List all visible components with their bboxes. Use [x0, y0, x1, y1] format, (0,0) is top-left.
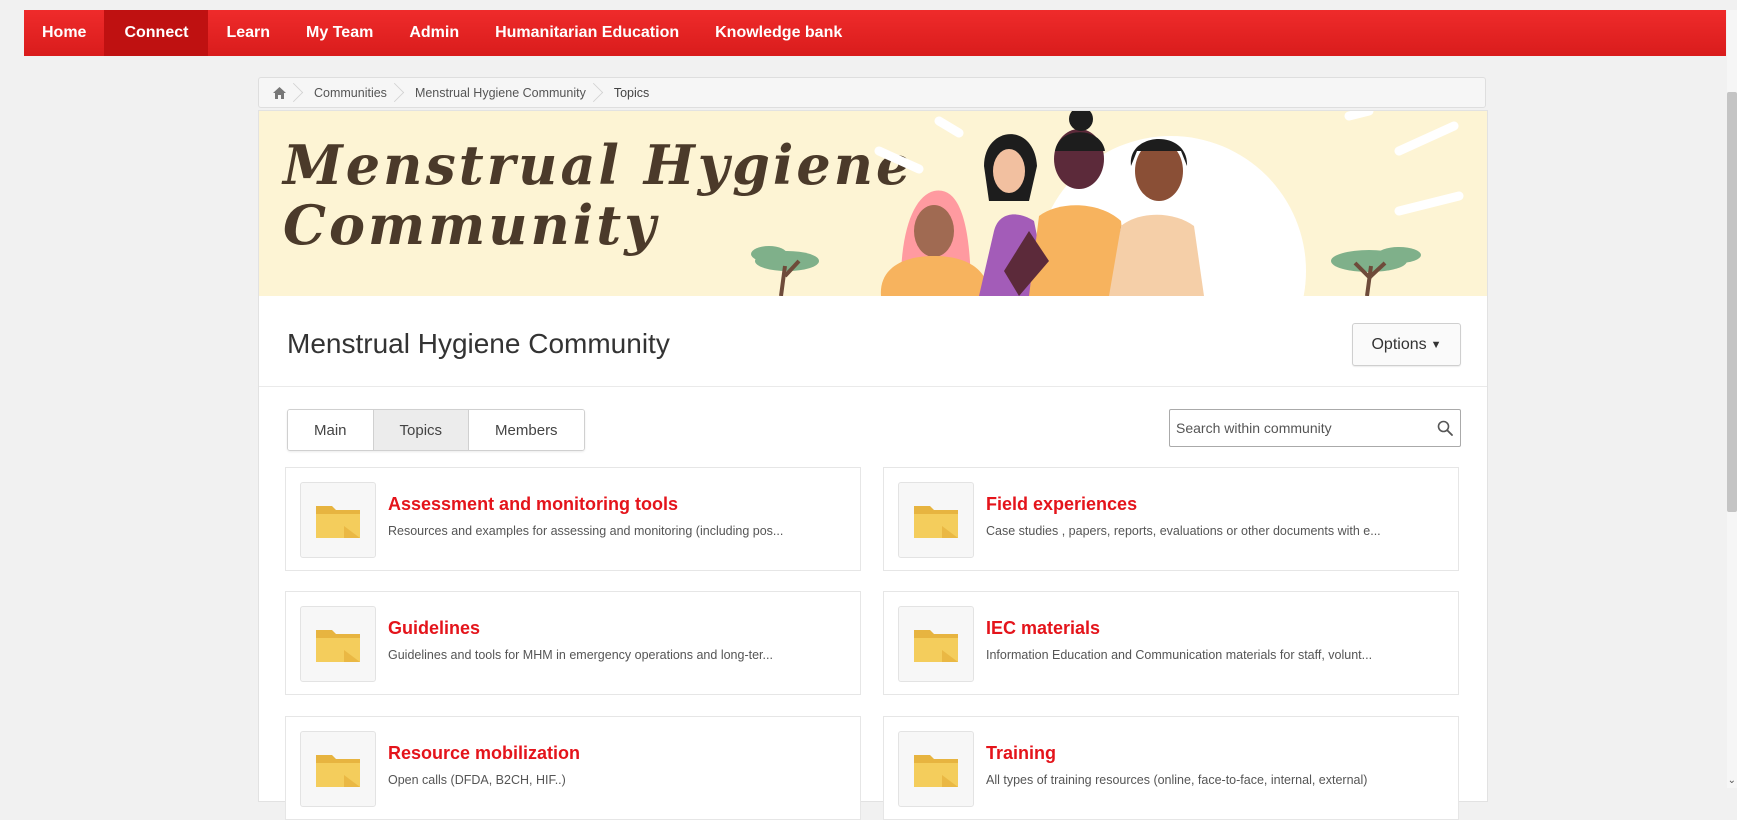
topic-title[interactable]: Field experiences — [986, 494, 1137, 515]
folder-icon — [300, 731, 376, 807]
folder-icon — [300, 606, 376, 682]
topic-description: Resources and examples for assessing and… — [388, 524, 784, 538]
nav-knowledge-bank[interactable]: Knowledge bank — [697, 10, 860, 56]
breadcrumb-current: Topics — [613, 85, 650, 100]
folder-icon — [898, 482, 974, 558]
options-button[interactable]: Options ▼ — [1352, 323, 1461, 366]
caret-down-icon: ▼ — [1430, 338, 1442, 351]
nav-home[interactable]: Home — [24, 10, 104, 56]
breadcrumb-communities[interactable]: Communities — [300, 78, 401, 107]
topic-description: Open calls (DFDA, B2CH, HIF..) — [388, 773, 566, 787]
search-input[interactable] — [1170, 410, 1430, 446]
home-icon — [273, 86, 286, 99]
options-label: Options — [1371, 335, 1427, 353]
topic-card-iec-materials[interactable]: IEC materials Information Education and … — [883, 591, 1459, 695]
topic-title[interactable]: Assessment and monitoring tools — [388, 494, 678, 515]
nav-learn[interactable]: Learn — [208, 10, 288, 56]
breadcrumb: Communities Menstrual Hygiene Community … — [258, 77, 1486, 108]
topic-card-field-experiences[interactable]: Field experiences Case studies , papers,… — [883, 467, 1459, 571]
topic-title[interactable]: IEC materials — [986, 618, 1100, 639]
folder-icon — [898, 731, 974, 807]
top-navigation: Home Connect Learn My Team Admin Humanit… — [24, 10, 1726, 56]
page-scrollbar[interactable]: ⌄ — [1727, 10, 1737, 788]
topic-card-resource-mobilization[interactable]: Resource mobilization Open calls (DFDA, … — [285, 716, 861, 820]
community-tabs: Main Topics Members — [287, 409, 585, 451]
page-title: Menstrual Hygiene Community — [287, 328, 670, 359]
topic-title[interactable]: Training — [986, 743, 1056, 764]
topic-description: Guidelines and tools for MHM in emergenc… — [388, 648, 773, 662]
breadcrumb-community[interactable]: Menstrual Hygiene Community — [401, 78, 600, 107]
folder-icon — [898, 606, 974, 682]
search-icon[interactable] — [1430, 420, 1460, 436]
community-header: Menstrual Hygiene Community Options ▼ — [259, 296, 1487, 387]
community-search — [1169, 409, 1461, 447]
topic-description: Information Education and Communication … — [986, 648, 1373, 662]
tab-members[interactable]: Members — [469, 410, 584, 450]
nav-my-team[interactable]: My Team — [288, 10, 391, 56]
topic-card-assessment[interactable]: Assessment and monitoring tools Resource… — [285, 467, 861, 571]
topic-description: Case studies , papers, reports, evaluati… — [986, 524, 1381, 538]
topic-title[interactable]: Resource mobilization — [388, 743, 580, 764]
banner-illustration — [751, 111, 1464, 296]
scrollbar-thumb[interactable] — [1727, 92, 1737, 512]
topic-card-guidelines[interactable]: Guidelines Guidelines and tools for MHM … — [285, 591, 861, 695]
tab-topics[interactable]: Topics — [373, 410, 470, 450]
nav-admin[interactable]: Admin — [391, 10, 477, 56]
nav-humanitarian-education[interactable]: Humanitarian Education — [477, 10, 697, 56]
breadcrumb-home[interactable] — [259, 78, 300, 107]
community-banner: Menstrual Hygiene Community — [259, 111, 1487, 296]
topic-title[interactable]: Guidelines — [388, 618, 480, 639]
topic-description: All types of training resources (online,… — [986, 773, 1368, 787]
community-card: Menstrual Hygiene Community Menstrual Hy… — [258, 110, 1488, 820]
topic-card-training[interactable]: Training All types of training resources… — [883, 716, 1459, 820]
folder-icon — [300, 482, 376, 558]
scroll-down-arrow-icon[interactable]: ⌄ — [1728, 775, 1736, 786]
tab-main[interactable]: Main — [288, 410, 374, 450]
nav-connect[interactable]: Connect — [104, 10, 209, 56]
